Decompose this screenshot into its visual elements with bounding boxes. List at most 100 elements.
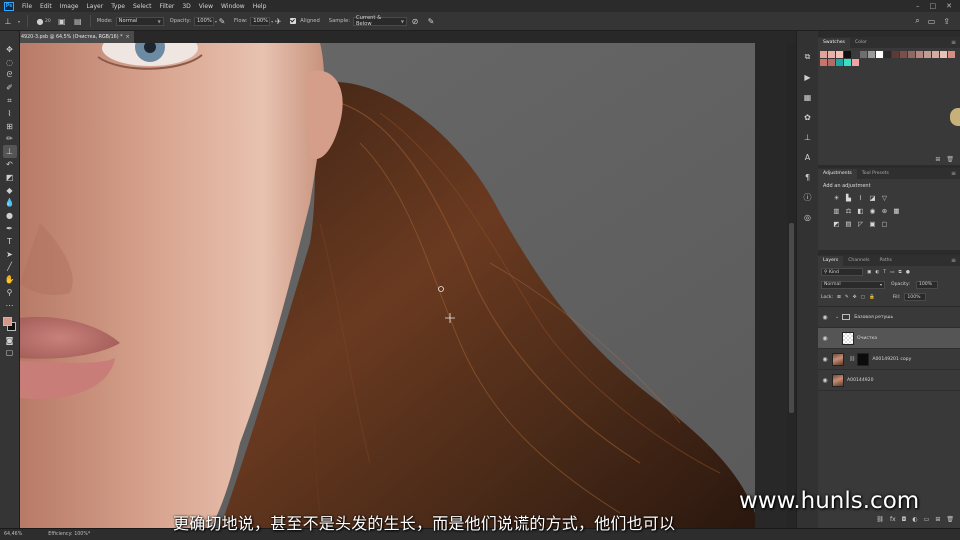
mode-select[interactable]: Normal ▼ [115, 16, 164, 26]
threshold-icon[interactable]: ◸ [857, 220, 864, 228]
vertical-scrollbar[interactable] [787, 43, 796, 528]
character-icon[interactable]: A [802, 151, 814, 163]
color-swatch[interactable] [860, 51, 867, 58]
panel-menu-icon[interactable]: ≡ [951, 38, 956, 48]
color-swatches[interactable] [2, 316, 18, 334]
quick-mask-icon[interactable]: ◙ [3, 334, 17, 347]
share-icon[interactable]: ⇪ [943, 17, 950, 26]
color-swatch[interactable] [820, 51, 827, 58]
curves-icon[interactable]: ⌇ [857, 194, 864, 202]
layer-row[interactable]: ◉ ⛓ A00149201 copy [818, 349, 960, 370]
brush-preset-icon[interactable]: ● [35, 16, 45, 26]
color-swatch[interactable] [924, 51, 931, 58]
color-lookup-icon[interactable]: ▦ [893, 207, 900, 215]
blur-tool-icon[interactable]: 💧 [3, 197, 17, 210]
color-swatch[interactable] [884, 51, 891, 58]
type-tool-icon[interactable]: T [3, 235, 17, 248]
foreground-color-swatch[interactable] [2, 316, 12, 326]
filter-smart-object-icon[interactable]: ⧉ [899, 269, 902, 275]
lock-image-icon[interactable]: ✎ [845, 295, 849, 300]
color-swatch[interactable] [828, 59, 835, 66]
color-swatch[interactable] [916, 51, 923, 58]
workspace-icon[interactable]: ▭ [928, 17, 936, 26]
zoom-level[interactable]: 64,46% [4, 532, 22, 537]
visibility-eye-icon[interactable]: ◉ [818, 314, 832, 321]
move-tool-icon[interactable]: ✥ [3, 43, 17, 56]
visibility-eye-icon[interactable]: ◉ [818, 335, 832, 342]
link-icon[interactable]: ⛓ [849, 356, 855, 362]
toggle-brush-settings-icon[interactable]: ▣ [57, 16, 67, 26]
filter-adjustment-icon[interactable]: ◐ [875, 270, 879, 275]
lasso-tool-icon[interactable]: ᘓ [3, 69, 17, 82]
selective-color-icon[interactable]: ▢ [881, 220, 888, 228]
brush-tool-icon[interactable]: ✏ [3, 133, 17, 146]
scrollbar-thumb[interactable] [789, 223, 794, 413]
new-layer-icon[interactable]: ⊞ [935, 516, 940, 526]
marquee-tool-icon[interactable]: ◌ [3, 56, 17, 69]
properties-icon[interactable]: ▦ [802, 91, 814, 103]
brushes-icon[interactable]: ✿ [802, 111, 814, 123]
aligned-checkbox[interactable] [290, 18, 297, 24]
color-swatch[interactable] [892, 51, 899, 58]
color-swatch[interactable] [940, 51, 947, 58]
zoom-tool-icon[interactable]: ⚲ [3, 286, 17, 299]
color-swatch[interactable] [844, 59, 851, 66]
clone-stamp-tool-icon[interactable]: ⊥ [3, 16, 13, 26]
menu-window[interactable]: Window [221, 3, 245, 10]
minimize-icon[interactable]: – [916, 2, 920, 10]
color-swatch[interactable] [844, 51, 851, 58]
path-selection-tool-icon[interactable]: ➤ [3, 248, 17, 261]
panel-menu-icon[interactable]: ≡ [951, 256, 956, 266]
close-tab-icon[interactable]: × [126, 34, 130, 40]
menu-image[interactable]: Image [60, 3, 79, 10]
paragraph-icon[interactable]: ¶ [802, 171, 814, 183]
tab-paths[interactable]: Paths [874, 256, 897, 266]
document-tab[interactable]: 4920-3.psb @ 64,5% (Очистка, RGB/16) * × [20, 31, 134, 43]
info-icon[interactable]: ⓘ [802, 191, 814, 203]
menu-view[interactable]: View [199, 3, 213, 10]
tab-swatches[interactable]: Swatches [818, 38, 850, 48]
menu-select[interactable]: Select [133, 3, 152, 10]
quick-select-tool-icon[interactable]: ✐ [3, 81, 17, 94]
color-swatch[interactable] [852, 59, 859, 66]
layer-opacity-input[interactable]: 100% [915, 280, 938, 289]
lock-position-icon[interactable]: ✥ [853, 295, 857, 300]
color-swatch[interactable] [908, 51, 915, 58]
actions-play-icon[interactable]: ▶ [802, 71, 814, 83]
eraser-tool-icon[interactable]: ◩ [3, 171, 17, 184]
vibrance-icon[interactable]: ▽ [881, 194, 888, 202]
screen-mode-icon[interactable]: ▢ [3, 347, 17, 360]
chevron-down-icon[interactable]: ⌄ [835, 314, 839, 320]
ignore-adjustment-layers-icon[interactable]: ⊘ [410, 16, 420, 26]
delete-swatch-icon[interactable]: 🗑 [946, 156, 954, 163]
close-icon[interactable]: ✕ [946, 2, 952, 10]
hue-saturation-icon[interactable]: ▥ [833, 207, 840, 215]
hand-tool-icon[interactable]: ✋ [3, 273, 17, 286]
black-white-icon[interactable]: ◧ [857, 207, 864, 215]
crop-tool-icon[interactable]: ⌗ [3, 94, 17, 107]
eyedropper-tool-icon[interactable]: ⌇ [3, 107, 17, 120]
lock-all-icon[interactable]: 🔒 [869, 295, 875, 300]
airbrush-icon[interactable]: ✈ [273, 16, 283, 26]
clone-source-icon[interactable]: ⊥ [802, 131, 814, 143]
color-swatch[interactable] [948, 51, 955, 58]
healing-brush-tool-icon[interactable]: ⊞ [3, 120, 17, 133]
menu-edit[interactable]: Edit [40, 3, 52, 10]
layer-mask-thumbnail[interactable] [857, 352, 870, 366]
new-adjustment-icon[interactable]: ◐ [912, 516, 917, 526]
layer-row-selected[interactable]: ◉ Очистка [818, 328, 960, 349]
menu-help[interactable]: Help [253, 3, 267, 10]
color-swatch[interactable] [820, 59, 827, 66]
panel-menu-icon[interactable]: ≡ [951, 169, 956, 179]
toggle-clone-source-icon[interactable]: ▤ [73, 16, 83, 26]
tab-tool-presets[interactable]: Tool Presets [857, 169, 894, 179]
visibility-eye-icon[interactable]: ◉ [818, 377, 832, 384]
color-swatch[interactable] [900, 51, 907, 58]
status-info[interactable]: Efficiency: 100%* [48, 532, 90, 537]
color-swatch[interactable] [932, 51, 939, 58]
history-brush-tool-icon[interactable]: ↶ [3, 158, 17, 171]
filter-toggle-icon[interactable]: ● [906, 270, 910, 275]
tab-color[interactable]: Color [850, 38, 872, 48]
paint-bucket-tool-icon[interactable]: ◆ [3, 184, 17, 197]
photoshop-logo-icon[interactable]: Ps [4, 1, 14, 11]
